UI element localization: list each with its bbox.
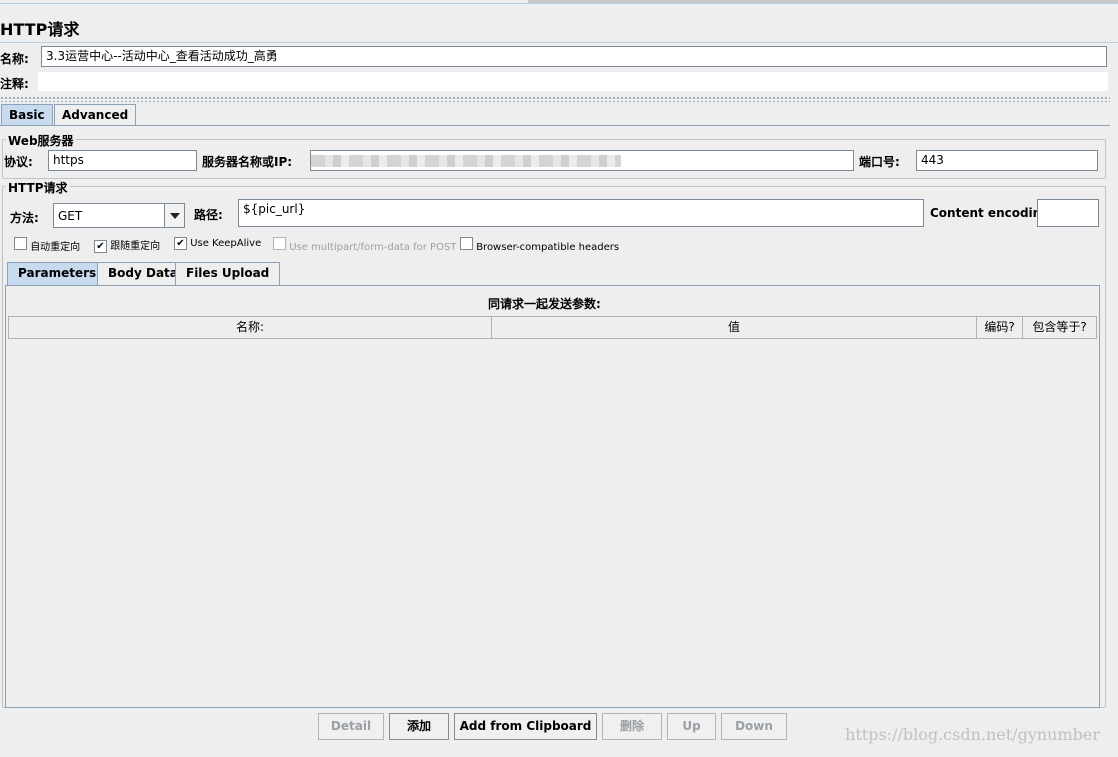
checkbox-box [460, 237, 473, 250]
name-field[interactable]: 3.3运营中心--活动中心_查看活动成功_高勇 [41, 46, 1107, 67]
up-button[interactable]: Up [667, 713, 716, 740]
protocol-label: 协议: [4, 155, 33, 169]
browser-headers-label: Browser-compatible headers [476, 242, 620, 253]
multipart-label: Use multipart/form-data for POST [289, 242, 457, 253]
page-title: HTTP请求 [0, 20, 80, 39]
tab-parameters[interactable]: Parameters [7, 262, 108, 285]
column-header-encode[interactable]: 编码? [976, 316, 1023, 339]
server-field[interactable] [310, 150, 854, 171]
tab-files-upload[interactable]: Files Upload [175, 262, 281, 285]
tabs-baseline [0, 125, 1110, 126]
comment-field[interactable] [38, 72, 1108, 91]
delete-button[interactable]: 删除 [602, 713, 662, 740]
watermark: https://blog.csdn.net/gynumber [845, 725, 1100, 744]
auto-redirect-checkbox[interactable]: 自动重定向 [14, 237, 80, 253]
keepalive-checkbox[interactable]: ✔ Use KeepAlive [174, 237, 261, 250]
port-label: 端口号: [859, 155, 900, 169]
down-button[interactable]: Down [721, 713, 787, 740]
params-heading: 同请求一起发送参数: [488, 297, 601, 311]
redacted-server-blur [311, 155, 621, 167]
method-label: 方法: [10, 211, 39, 225]
title-divider [0, 42, 1118, 43]
comment-label: 注释: [0, 77, 29, 91]
follow-redirect-label: 跟随重定向 [110, 241, 161, 252]
http-request-group-title: HTTP请求 [6, 179, 70, 196]
parameters-table-body[interactable] [8, 339, 1097, 705]
check-icon: ✔ [94, 240, 107, 253]
splitter-handle[interactable] [0, 96, 1110, 102]
window-top-border [0, 0, 1118, 4]
column-header-value[interactable]: 值 [491, 316, 977, 339]
path-label: 路径: [194, 208, 223, 222]
content-encoding-label: Content encoding: [930, 206, 1055, 220]
server-label: 服务器名称或IP: [202, 155, 293, 169]
column-header-name[interactable]: 名称: [8, 316, 492, 339]
tab-basic[interactable]: Basic [1, 104, 53, 126]
port-field[interactable]: 443 [916, 150, 1098, 171]
follow-redirect-checkbox[interactable]: ✔ 跟随重定向 [94, 237, 160, 253]
add-button[interactable]: 添加 [389, 713, 449, 740]
chevron-down-icon[interactable] [164, 204, 184, 227]
auto-redirect-label: 自动重定向 [30, 242, 81, 253]
detail-button[interactable]: Detail [318, 713, 384, 740]
checkbox-box [273, 237, 286, 250]
method-select[interactable]: GET [53, 203, 185, 228]
name-label: 名称: [0, 52, 29, 66]
protocol-field[interactable]: https [48, 150, 197, 171]
content-encoding-field[interactable] [1037, 199, 1099, 227]
multipart-checkbox[interactable]: Use multipart/form-data for POST [273, 237, 456, 253]
keepalive-label: Use KeepAlive [190, 238, 262, 249]
checkbox-box [14, 237, 27, 250]
web-server-group-title: Web服务器 [6, 132, 76, 149]
check-icon: ✔ [174, 237, 187, 250]
path-field[interactable]: ${pic_url} [238, 199, 924, 227]
tab-advanced[interactable]: Advanced [54, 104, 137, 126]
method-value: GET [58, 209, 83, 223]
column-header-include-equals[interactable]: 包含等于? [1022, 316, 1097, 339]
add-from-clipboard-button[interactable]: Add from Clipboard [454, 713, 597, 740]
browser-headers-checkbox[interactable]: Browser-compatible headers [460, 237, 619, 253]
